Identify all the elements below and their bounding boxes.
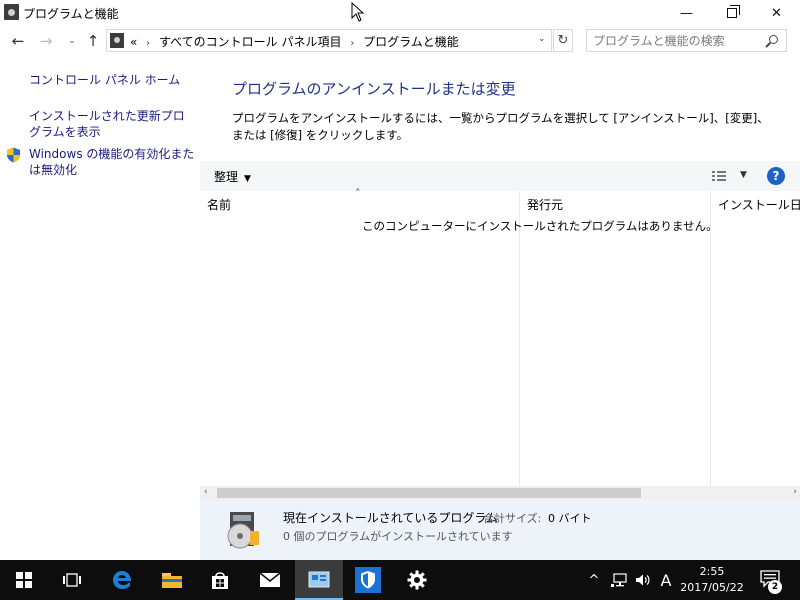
- settings-icon: [407, 570, 427, 590]
- edge-icon: [113, 571, 131, 589]
- back-button[interactable]: ←: [8, 30, 28, 52]
- program-list[interactable]: ⌃ 名前 発行元 インストール日 このコンピューターにインストールされたプログラ…: [200, 188, 800, 486]
- settings-button[interactable]: [393, 560, 441, 600]
- mail-button[interactable]: [246, 560, 294, 600]
- view-options-icon[interactable]: [712, 170, 726, 182]
- column-header-install-date[interactable]: インストール日: [718, 196, 800, 213]
- empty-list-message: このコンピューターにインストールされたプログラムはありません。: [362, 219, 718, 233]
- defender-button[interactable]: [344, 560, 392, 600]
- column-name: ⌃ 名前: [200, 188, 519, 486]
- horizontal-scrollbar[interactable]: ‹ ›: [200, 486, 800, 500]
- scroll-left-icon[interactable]: ‹: [204, 487, 208, 497]
- column-header-publisher[interactable]: 発行元: [527, 196, 563, 213]
- mouse-cursor-icon: [351, 2, 365, 22]
- column-install-date: インストール日: [710, 191, 800, 486]
- notification-count-badge: 2: [768, 580, 782, 594]
- clock-time: 2:55: [699, 565, 725, 578]
- arrow-up-icon: ↑: [86, 32, 100, 50]
- breadcrumb-programs[interactable]: プログラムと機能: [363, 35, 459, 49]
- page-description: プログラムをアンインストールするには、一覧からプログラムを選択して [アンインス…: [232, 111, 769, 142]
- input-indicator[interactable]: A: [656, 560, 676, 600]
- chevron-up-icon: ^: [588, 572, 600, 588]
- installed-updates-link[interactable]: インストールされた更新プログラムを表示: [29, 108, 195, 140]
- title-bar: プログラムと機能 — ✕: [0, 0, 800, 26]
- start-icon: [16, 572, 32, 588]
- edge-button[interactable]: [98, 560, 146, 600]
- breadcrumb-separator-icon[interactable]: ›: [350, 38, 354, 49]
- control-panel-icon: [110, 33, 124, 48]
- organize-button[interactable]: 整理 ▼: [214, 168, 251, 185]
- programs-disc-icon: [227, 512, 259, 549]
- mail-icon: [259, 572, 281, 587]
- search-box[interactable]: [586, 29, 787, 52]
- task-pane: コントロール パネル ホーム インストールされた更新プログラムを表示 Windo…: [0, 56, 200, 560]
- file-explorer-button[interactable]: [148, 560, 196, 600]
- column-publisher: 発行元: [519, 191, 710, 486]
- control-panel-taskbar-button[interactable]: [295, 560, 343, 600]
- restore-icon: [726, 5, 740, 18]
- breadcrumb: « › すべてのコントロール パネル項目 › プログラムと機能: [130, 33, 459, 50]
- taskbar: ^ A 2:55 2017/05/22 2: [0, 560, 800, 600]
- details-pane: 現在インストールされているプログラム 合計サイズ: 0 バイト 0 個のプログラ…: [200, 500, 800, 560]
- control-panel-home-link[interactable]: コントロール パネル ホーム: [29, 72, 195, 88]
- store-icon: [212, 572, 228, 589]
- control-panel-icon: [308, 571, 330, 588]
- breadcrumb-all-items[interactable]: すべてのコントロール パネル項目: [159, 35, 342, 49]
- close-button[interactable]: ✕: [754, 0, 799, 26]
- page-title: プログラムのアンインストールまたは変更: [232, 80, 516, 98]
- view-dropdown-icon[interactable]: ▼: [740, 170, 747, 180]
- network-icon: [611, 573, 627, 587]
- caret-down-icon: ▼: [244, 174, 251, 184]
- arrow-left-icon: ←: [11, 32, 25, 50]
- command-bar: 整理 ▼ ▼ ?: [200, 161, 800, 191]
- help-icon[interactable]: ?: [767, 167, 785, 185]
- installed-programs-title: 現在インストールされているプログラム: [283, 511, 499, 525]
- scroll-right-icon[interactable]: ›: [793, 487, 797, 497]
- total-size-label: 合計サイズ:: [483, 512, 542, 525]
- speaker-icon: [636, 574, 650, 586]
- organize-label: 整理: [214, 170, 239, 184]
- control-panel-app-icon[interactable]: [4, 4, 19, 20]
- refresh-button[interactable]: ↻: [553, 29, 573, 52]
- clock-date: 2017/05/22: [680, 581, 744, 594]
- maximize-button[interactable]: [709, 0, 754, 26]
- address-dropdown-icon[interactable]: ⌄: [538, 34, 546, 44]
- network-button[interactable]: [609, 560, 631, 600]
- recent-locations-button[interactable]: ⌄: [62, 30, 82, 52]
- clock[interactable]: 2:55 2017/05/22: [680, 564, 744, 596]
- column-header-name[interactable]: 名前: [207, 196, 231, 213]
- start-button[interactable]: [0, 560, 48, 600]
- volume-button[interactable]: [633, 560, 653, 600]
- windows-features-link[interactable]: Windows の機能の有効化または無効化: [29, 146, 195, 178]
- minimize-button[interactable]: —: [664, 0, 709, 26]
- breadcrumb-separator-icon[interactable]: ›: [146, 38, 150, 49]
- search-input[interactable]: [593, 33, 758, 48]
- minimize-icon: —: [680, 5, 693, 21]
- forward-button[interactable]: →: [36, 30, 56, 52]
- show-hidden-icons-button[interactable]: ^: [585, 560, 603, 600]
- breadcrumb-overflow[interactable]: «: [130, 35, 137, 49]
- navigation-bar: ← → ⌄ ↑ « › すべてのコントロール パネル項目 › プログラムと機能 …: [0, 26, 800, 56]
- chevron-down-icon: ⌄: [68, 36, 76, 46]
- defender-icon: [355, 567, 381, 593]
- refresh-icon: ↻: [557, 33, 569, 48]
- store-button[interactable]: [196, 560, 244, 600]
- action-center-button[interactable]: 2: [752, 560, 792, 600]
- search-icon[interactable]: [769, 35, 778, 44]
- scrollbar-thumb[interactable]: [217, 488, 641, 498]
- uac-shield-icon: [7, 147, 20, 163]
- task-view-icon: [63, 573, 81, 587]
- file-explorer-icon: [162, 573, 182, 588]
- total-size-value: 0 バイト: [548, 512, 592, 525]
- close-icon: ✕: [771, 5, 782, 21]
- window-title: プログラムと機能: [23, 7, 119, 21]
- sort-ascending-icon: ⌃: [354, 188, 362, 198]
- arrow-right-icon: →: [39, 32, 53, 50]
- task-view-button[interactable]: [48, 560, 96, 600]
- up-button[interactable]: ↑: [83, 30, 103, 52]
- program-count: 0 個のプログラムがインストールされています: [283, 530, 513, 543]
- address-bar[interactable]: « › すべてのコントロール パネル項目 › プログラムと機能 ⌄: [106, 29, 552, 52]
